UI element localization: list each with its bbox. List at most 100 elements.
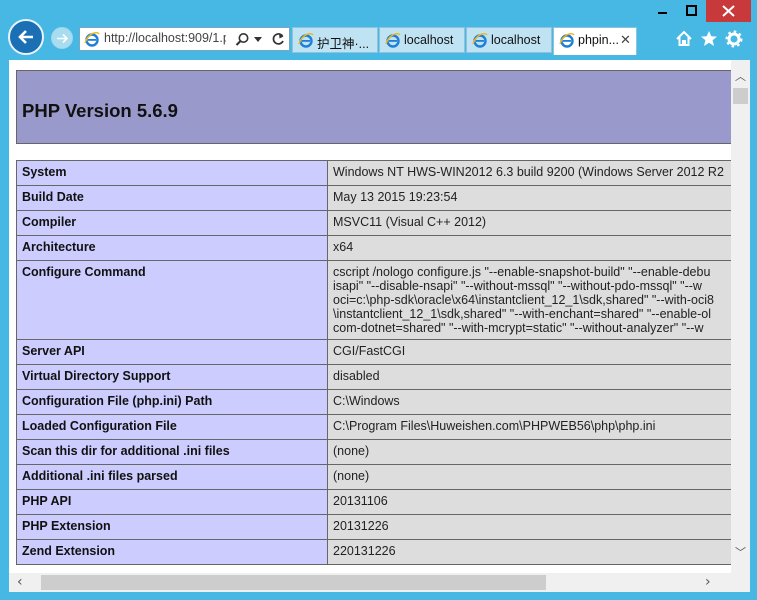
table-row: Configuration File (php.ini) Path C:\Wind… bbox=[16, 389, 731, 415]
row-value: Windows NT HWS-WIN2012 6.3 build 9200 (W… bbox=[327, 160, 731, 186]
scroll-up-icon[interactable]: ︿ bbox=[735, 68, 746, 84]
search-icon[interactable] bbox=[235, 32, 250, 47]
value-line: Windows NT HWS-WIN2012 6.3 build 9200 (W… bbox=[333, 165, 724, 179]
forward-arrow-icon bbox=[57, 33, 69, 44]
value-line: com-dotnet=shared" "--with-mcrypt=static… bbox=[333, 321, 704, 335]
tab-2[interactable]: localhost bbox=[379, 27, 465, 53]
table-row: PHP Extension 20131226 bbox=[16, 514, 731, 540]
ie-logo-icon bbox=[385, 33, 401, 48]
value-line: 20131226 bbox=[333, 519, 389, 533]
table-row: PHP API 20131106 bbox=[16, 489, 731, 515]
row-key: PHP API bbox=[16, 489, 328, 515]
scroll-down-icon[interactable]: ﹀ bbox=[735, 544, 746, 560]
tab-1[interactable]: 护卫神·... bbox=[292, 27, 378, 53]
close-window-button[interactable] bbox=[706, 0, 751, 22]
row-value: May 13 2015 19:23:54 bbox=[327, 185, 731, 211]
table-row: Architecture x64 bbox=[16, 235, 731, 261]
row-value: (none) bbox=[327, 439, 731, 465]
row-value: MSVC11 (Visual C++ 2012) bbox=[327, 210, 731, 236]
row-key: Build Date bbox=[16, 185, 328, 211]
row-key: Loaded Configuration File bbox=[16, 414, 328, 440]
tab-label: localhost bbox=[404, 33, 454, 47]
value-line: MSVC11 (Visual C++ 2012) bbox=[333, 215, 487, 229]
table-row: Configure Command cscript /nologo configu… bbox=[16, 260, 731, 340]
table-row: Virtual Directory Support disabled bbox=[16, 364, 731, 390]
scroll-right-icon[interactable]: › bbox=[705, 574, 711, 590]
close-tab-button[interactable]: ✕ bbox=[620, 33, 631, 48]
back-arrow-icon bbox=[18, 30, 33, 44]
star-icon[interactable] bbox=[700, 30, 718, 47]
tab-3[interactable]: localhost bbox=[466, 27, 552, 53]
row-key: Architecture bbox=[16, 235, 328, 261]
value-line: cscript /nologo configure.js "--enable-s… bbox=[333, 265, 711, 279]
row-value: x64 bbox=[327, 235, 731, 261]
tab-label: 护卫神·... bbox=[317, 37, 370, 51]
address-bar[interactable]: http://localhost:909/1.p bbox=[79, 27, 290, 51]
table-row: Compiler MSVC11 (Visual C++ 2012) bbox=[16, 210, 731, 236]
back-button[interactable] bbox=[8, 19, 44, 55]
value-line: 20131106 bbox=[333, 494, 388, 508]
scroll-corner bbox=[731, 573, 750, 592]
value-line: C:\Windows bbox=[333, 394, 400, 408]
row-value: 20131226 bbox=[327, 514, 731, 540]
row-key: Configuration File (php.ini) Path bbox=[16, 389, 328, 415]
row-value: 20131106 bbox=[327, 489, 731, 515]
ie-logo-icon bbox=[559, 33, 575, 48]
row-key: Server API bbox=[16, 339, 328, 365]
dropdown-icon[interactable] bbox=[254, 37, 263, 43]
maximize-button[interactable] bbox=[677, 0, 706, 22]
table-row: Loaded Configuration File C:\Program File… bbox=[16, 414, 731, 440]
row-key: System bbox=[16, 160, 328, 186]
row-value: C:\Program Files\Huweishen.com\PHPWEB56\… bbox=[327, 414, 731, 440]
php-header: PHP Version 5.6.9 bbox=[16, 70, 731, 144]
value-line: x64 bbox=[333, 240, 354, 254]
table-row: Build Date May 13 2015 19:23:54 bbox=[16, 185, 731, 211]
vertical-scrollbar[interactable]: ︿ ﹀ bbox=[731, 60, 750, 573]
row-key: Compiler bbox=[16, 210, 328, 236]
table-row: Additional .ini files parsed (none) bbox=[16, 464, 731, 490]
row-key: Scan this dir for additional .ini files bbox=[16, 439, 328, 465]
page-content: PHP Version 5.6.9 System Windows NT HWS-W… bbox=[9, 60, 731, 573]
table-row: System Windows NT HWS-WIN2012 6.3 build 9… bbox=[16, 160, 731, 186]
ie-logo-icon bbox=[298, 33, 314, 48]
row-value: C:\Windows bbox=[327, 389, 731, 415]
gear-icon[interactable] bbox=[725, 30, 743, 48]
minimize-button[interactable] bbox=[648, 0, 677, 22]
ie-logo-icon bbox=[472, 33, 488, 48]
value-line: C:\Program Files\Huweishen.com\PHPWEB56\… bbox=[333, 419, 656, 433]
row-value: 220131226 bbox=[327, 539, 731, 565]
horizontal-scroll-thumb[interactable] bbox=[41, 575, 546, 590]
vertical-scroll-thumb[interactable] bbox=[733, 88, 748, 104]
tab-label: localhost bbox=[491, 33, 541, 47]
row-key: Virtual Directory Support bbox=[16, 364, 328, 390]
row-value: disabled bbox=[327, 364, 731, 390]
address-url[interactable]: http://localhost:909/1.p bbox=[104, 31, 226, 45]
value-line: (none) bbox=[333, 444, 370, 458]
value-line: disabled bbox=[333, 369, 380, 383]
refresh-icon[interactable] bbox=[271, 32, 285, 47]
row-value: (none) bbox=[327, 464, 731, 490]
value-line: May 13 2015 19:23:54 bbox=[333, 190, 458, 204]
table-row: Scan this dir for additional .ini files (… bbox=[16, 439, 731, 465]
row-key: Zend Extension bbox=[16, 539, 328, 565]
value-line: CGI/FastCGI bbox=[333, 344, 406, 358]
ie-logo-icon bbox=[84, 32, 100, 47]
close-icon bbox=[722, 5, 735, 17]
value-line: \instantclient_12_1\sdk,shared" "--with-… bbox=[333, 307, 712, 321]
home-icon[interactable] bbox=[675, 30, 693, 47]
row-key: Additional .ini files parsed bbox=[16, 464, 328, 490]
value-line: oci=c:\php-sdk\oracle\x64\instantclient_… bbox=[333, 293, 714, 307]
scroll-left-icon[interactable]: ‹ bbox=[17, 574, 23, 590]
value-line: 220131226 bbox=[333, 544, 396, 558]
tab-label: phpin... bbox=[578, 33, 620, 47]
row-key: PHP Extension bbox=[16, 514, 328, 540]
table-row: Zend Extension 220131226 bbox=[16, 539, 731, 565]
row-key: Configure Command bbox=[16, 260, 328, 340]
value-line: isapi" "--disable-nsapi" "--without-mssq… bbox=[333, 279, 702, 293]
php-info-table: System Windows NT HWS-WIN2012 6.3 build 9… bbox=[16, 160, 731, 565]
forward-button[interactable] bbox=[51, 27, 73, 49]
row-value: CGI/FastCGI bbox=[327, 339, 731, 365]
value-line: (none) bbox=[333, 469, 370, 483]
row-value: cscript /nologo configure.js "--enable-s… bbox=[327, 260, 731, 340]
horizontal-scrollbar[interactable]: ‹ › bbox=[9, 573, 731, 592]
